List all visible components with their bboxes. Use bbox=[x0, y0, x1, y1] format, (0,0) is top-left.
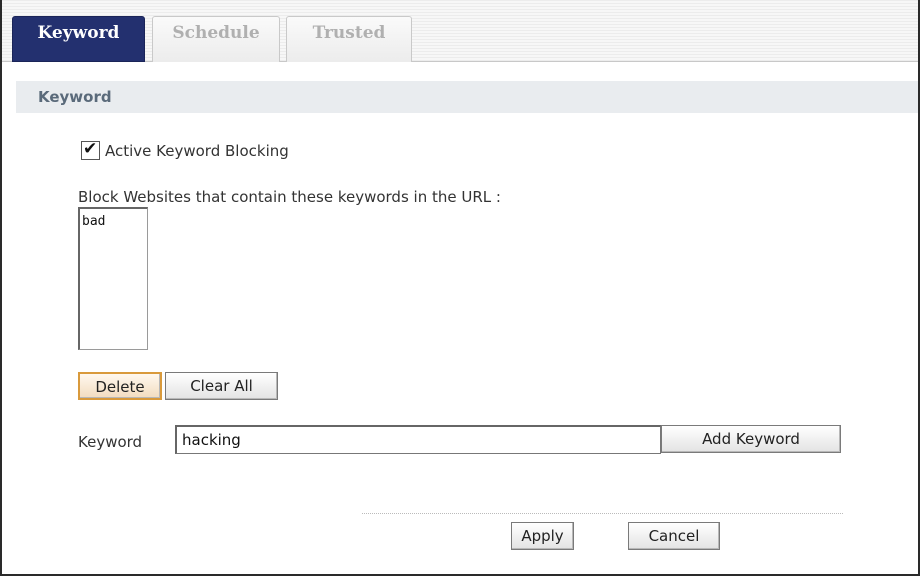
add-keyword-button[interactable]: Add Keyword bbox=[661, 425, 841, 453]
keyword-label: Keyword bbox=[78, 433, 143, 451]
list-item[interactable]: bad bbox=[82, 214, 105, 229]
cancel-button[interactable]: Cancel bbox=[628, 522, 720, 550]
checkmark-icon: ✔ bbox=[83, 139, 98, 159]
section-title: Keyword bbox=[38, 88, 112, 106]
active-keyword-blocking-checkbox[interactable]: ✔ bbox=[81, 139, 100, 160]
tab-bar: Keyword Schedule Trusted bbox=[2, 0, 918, 62]
section-header-bar bbox=[16, 81, 918, 113]
page-frame: Keyword Schedule Trusted Keyword ✔ Activ… bbox=[0, 0, 920, 576]
divider bbox=[362, 513, 843, 514]
apply-button[interactable]: Apply bbox=[511, 522, 574, 550]
keyword-input-value: hacking bbox=[182, 431, 241, 449]
keyword-input[interactable] bbox=[175, 425, 661, 454]
tab-trusted[interactable]: Trusted bbox=[286, 16, 412, 62]
clear-all-button[interactable]: Clear All bbox=[165, 372, 278, 400]
block-list-label: Block Websites that contain these keywor… bbox=[78, 188, 501, 206]
tab-schedule[interactable]: Schedule bbox=[152, 16, 280, 62]
delete-button[interactable]: Delete bbox=[78, 372, 162, 400]
tab-keyword[interactable]: Keyword bbox=[12, 16, 145, 62]
active-keyword-blocking-label: Active Keyword Blocking bbox=[105, 142, 289, 160]
